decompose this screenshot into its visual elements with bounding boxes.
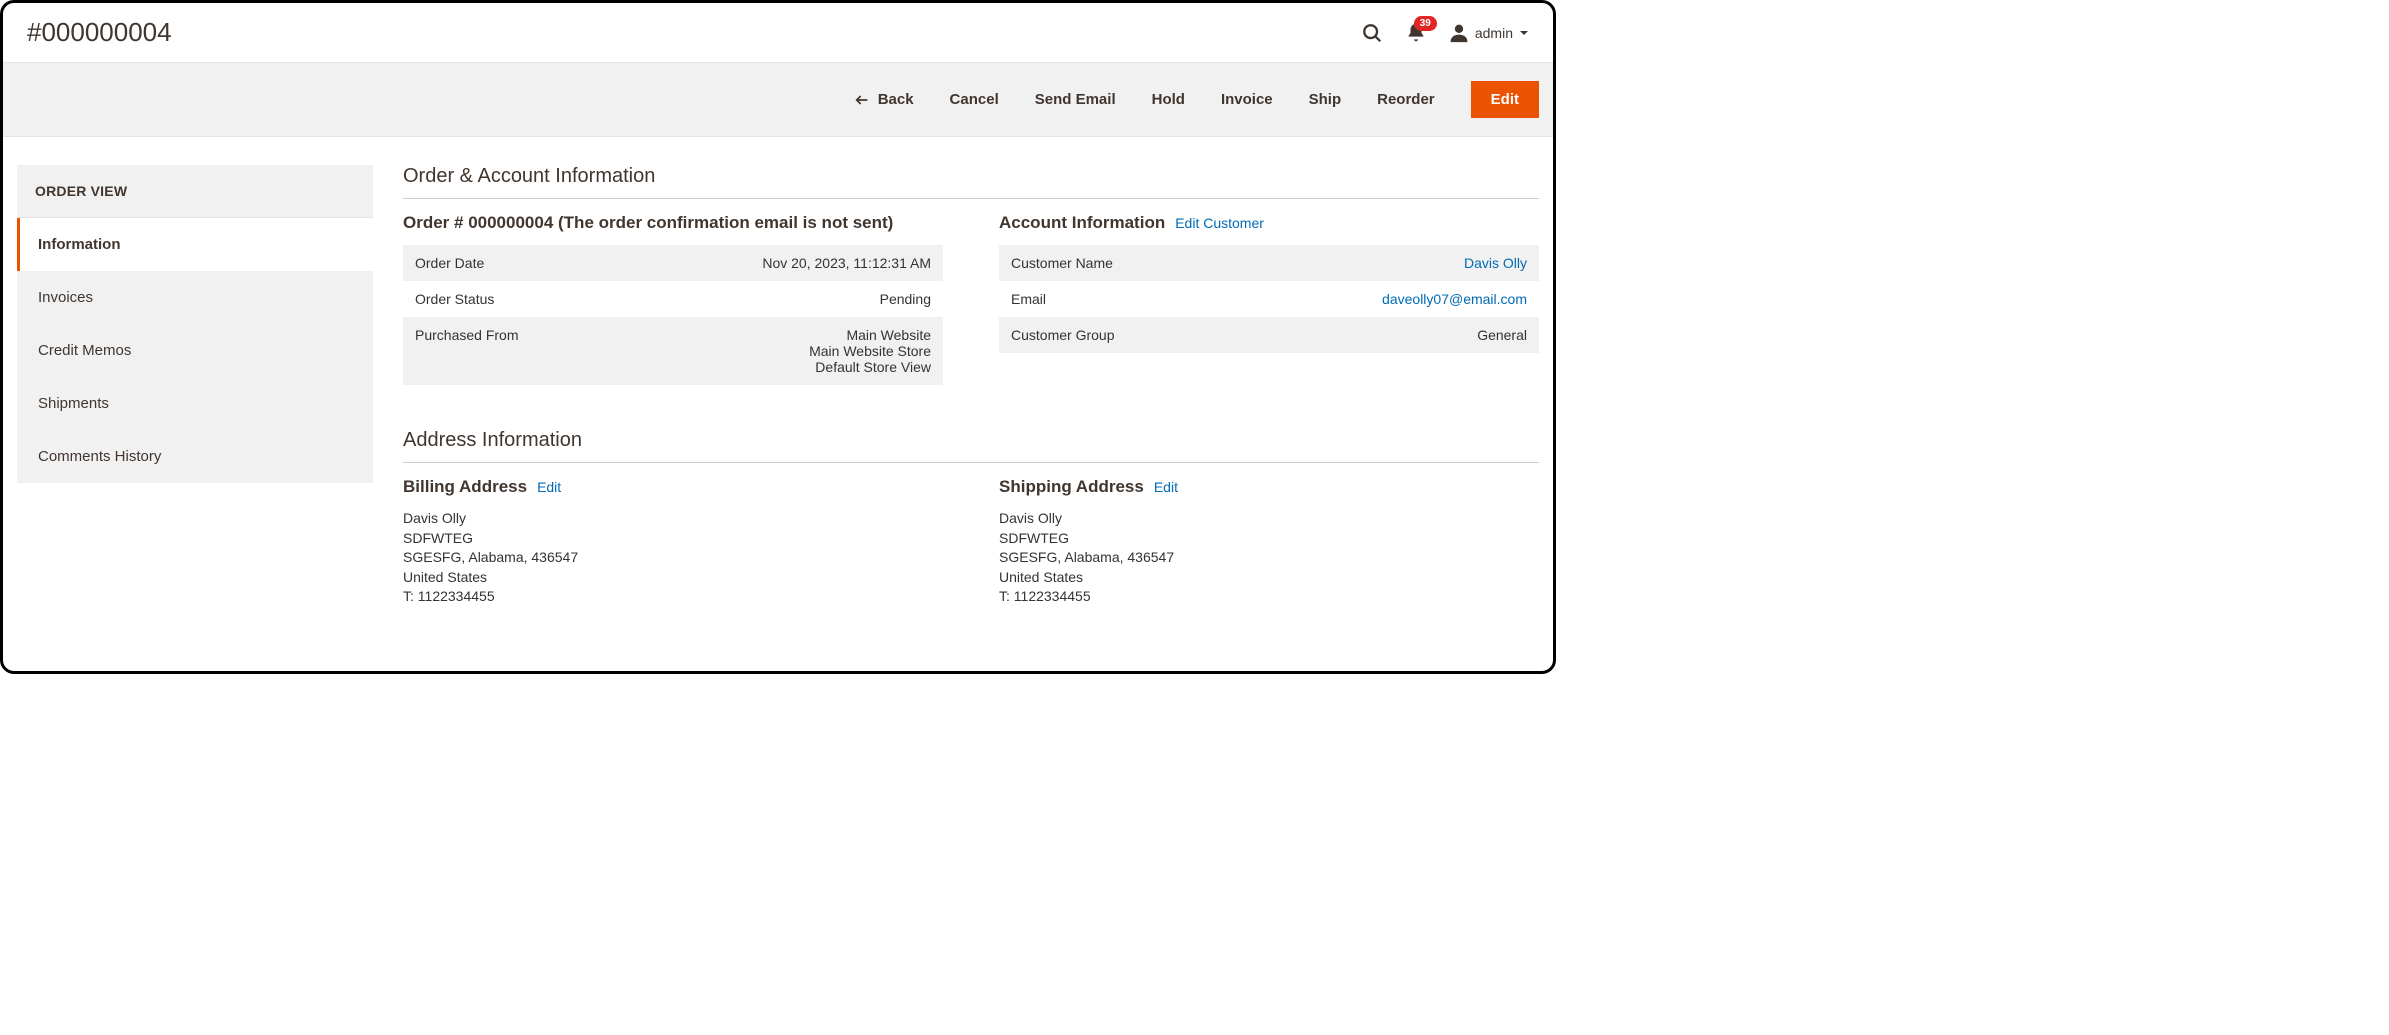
user-menu[interactable]: admin <box>1449 23 1529 43</box>
arrow-left-icon <box>854 92 870 108</box>
order-account-columns: Order # 000000004 (The order confirmatio… <box>403 213 1539 385</box>
order-info-table: Order Date Nov 20, 2023, 11:12:31 AM Ord… <box>403 245 943 385</box>
action-bar: Back Cancel Send Email Hold Invoice Ship… <box>3 62 1553 137</box>
shipping-address: Davis Olly SDFWTEG SGESFG, Alabama, 4365… <box>999 509 1539 607</box>
edit-shipping-link[interactable]: Edit <box>1154 479 1178 495</box>
account-info-block: Account Information Edit Customer Custom… <box>999 213 1539 385</box>
search-icon[interactable] <box>1361 22 1383 44</box>
table-row: Purchased From Main Website Main Website… <box>403 317 943 385</box>
table-row: Customer Group General <box>999 317 1539 353</box>
cancel-button[interactable]: Cancel <box>950 91 999 108</box>
edit-button[interactable]: Edit <box>1471 81 1539 118</box>
shipping-address-block: Shipping Address Edit Davis Olly SDFWTEG… <box>999 477 1539 607</box>
table-row: Customer Name Davis Olly <box>999 245 1539 281</box>
billing-title: Billing Address Edit <box>403 477 943 497</box>
shipping-title: Shipping Address Edit <box>999 477 1539 497</box>
order-account-heading: Order & Account Information <box>403 165 1539 199</box>
notifications-icon[interactable]: 39 <box>1405 22 1427 44</box>
purchased-from-label: Purchased From <box>403 317 646 385</box>
chevron-down-icon <box>1519 28 1529 38</box>
customer-group-value: General <box>1242 317 1539 353</box>
send-email-button[interactable]: Send Email <box>1035 91 1116 108</box>
table-row: Email daveolly07@email.com <box>999 281 1539 317</box>
order-status-label: Order Status <box>403 281 646 317</box>
table-row: Order Status Pending <box>403 281 943 317</box>
edit-billing-link[interactable]: Edit <box>537 479 561 495</box>
address-columns: Billing Address Edit Davis Olly SDFWTEG … <box>403 477 1539 607</box>
topbar: #000000004 39 admin <box>3 3 1553 62</box>
order-block-title: Order # 000000004 (The order confirmatio… <box>403 213 943 233</box>
user-icon <box>1449 23 1469 43</box>
sidebar-item-comments-history[interactable]: Comments History <box>17 430 373 483</box>
customer-email-link[interactable]: daveolly07@email.com <box>1382 291 1527 307</box>
back-label: Back <box>878 91 914 108</box>
table-row: Order Date Nov 20, 2023, 11:12:31 AM <box>403 245 943 281</box>
reorder-button[interactable]: Reorder <box>1377 91 1435 108</box>
order-info-block: Order # 000000004 (The order confirmatio… <box>403 213 943 385</box>
customer-group-label: Customer Group <box>999 317 1242 353</box>
sidebar-item-shipments[interactable]: Shipments <box>17 377 373 430</box>
hold-button[interactable]: Hold <box>1152 91 1185 108</box>
order-status-value: Pending <box>646 281 943 317</box>
billing-address: Davis Olly SDFWTEG SGESFG, Alabama, 4365… <box>403 509 943 607</box>
sidebar: ORDER VIEW Information Invoices Credit M… <box>17 165 373 483</box>
order-date-value: Nov 20, 2023, 11:12:31 AM <box>646 245 943 281</box>
user-label: admin <box>1475 25 1513 41</box>
back-button[interactable]: Back <box>854 91 914 108</box>
sidebar-item-credit-memos[interactable]: Credit Memos <box>17 324 373 377</box>
customer-email-label: Email <box>999 281 1242 317</box>
account-info-table: Customer Name Davis Olly Email daveolly0… <box>999 245 1539 353</box>
main: Order & Account Information Order # 0000… <box>403 165 1539 607</box>
purchased-from-value: Main Website Main Website Store Default … <box>646 317 943 385</box>
content: ORDER VIEW Information Invoices Credit M… <box>3 137 1553 607</box>
address-info-heading: Address Information <box>403 429 1539 463</box>
ship-button[interactable]: Ship <box>1309 91 1342 108</box>
sidebar-item-invoices[interactable]: Invoices <box>17 271 373 324</box>
topbar-right: 39 admin <box>1361 22 1529 44</box>
billing-address-block: Billing Address Edit Davis Olly SDFWTEG … <box>403 477 943 607</box>
customer-name-label: Customer Name <box>999 245 1242 281</box>
page-title: #000000004 <box>27 17 172 48</box>
notification-badge: 39 <box>1414 16 1437 31</box>
order-date-label: Order Date <box>403 245 646 281</box>
invoice-button[interactable]: Invoice <box>1221 91 1273 108</box>
sidebar-title: ORDER VIEW <box>17 165 373 218</box>
edit-customer-link[interactable]: Edit Customer <box>1175 215 1264 231</box>
customer-name-link[interactable]: Davis Olly <box>1464 255 1527 271</box>
sidebar-item-information[interactable]: Information <box>17 218 373 271</box>
account-block-title: Account Information Edit Customer <box>999 213 1539 233</box>
